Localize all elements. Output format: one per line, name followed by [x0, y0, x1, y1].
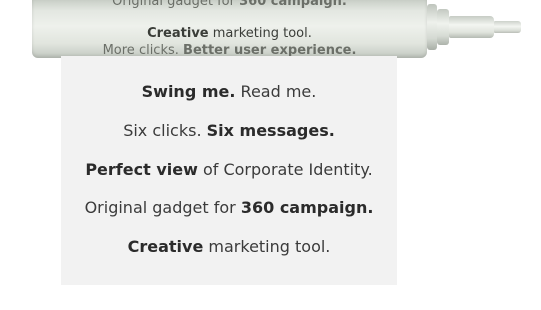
message-line: Creative marketing tool. — [61, 237, 397, 257]
pen-tip — [449, 16, 494, 38]
pen-line-bold-text: Creative — [147, 26, 209, 41]
pen-line-text: Original gadget for — [112, 0, 240, 9]
message-bold-text: Creative — [127, 237, 204, 256]
message-text: Six clicks. — [123, 121, 207, 140]
message-line: Swing me. Read me. — [61, 82, 397, 102]
message-bold-text: Six messages. — [206, 121, 335, 140]
pen-barrel-line: Creative marketing tool. — [32, 26, 427, 42]
message-bold-text: Perfect view — [85, 160, 198, 179]
message-line: Original gadget for 360 campaign. — [61, 198, 397, 218]
pen-line-bold-text: 360 campaign. — [239, 0, 347, 9]
message-bold-text: Swing me. — [141, 82, 236, 101]
pen-line-text: marketing tool. — [208, 26, 312, 41]
pen-neck — [437, 9, 449, 45]
messages-panel: Swing me. Read me. Six clicks. Six messa… — [61, 56, 397, 285]
message-text: marketing tool. — [203, 237, 331, 256]
pen-gadget[interactable]: Original gadget for 360 campaign. Creati… — [0, 0, 541, 60]
message-line: Six clicks. Six messages. — [61, 121, 397, 141]
pen-nib — [494, 21, 521, 33]
pen-collar — [427, 4, 437, 50]
pen-barrel[interactable]: Original gadget for 360 campaign. Creati… — [32, 0, 427, 58]
message-text: Original gadget for — [84, 198, 241, 217]
message-text: Read me. — [235, 82, 317, 101]
message-bold-text: 360 campaign. — [240, 198, 374, 217]
pen-barrel-line: Original gadget for 360 campaign. — [32, 0, 427, 10]
message-line: Perfect view of Corporate Identity. — [61, 160, 397, 180]
message-text: of Corporate Identity. — [197, 160, 373, 179]
